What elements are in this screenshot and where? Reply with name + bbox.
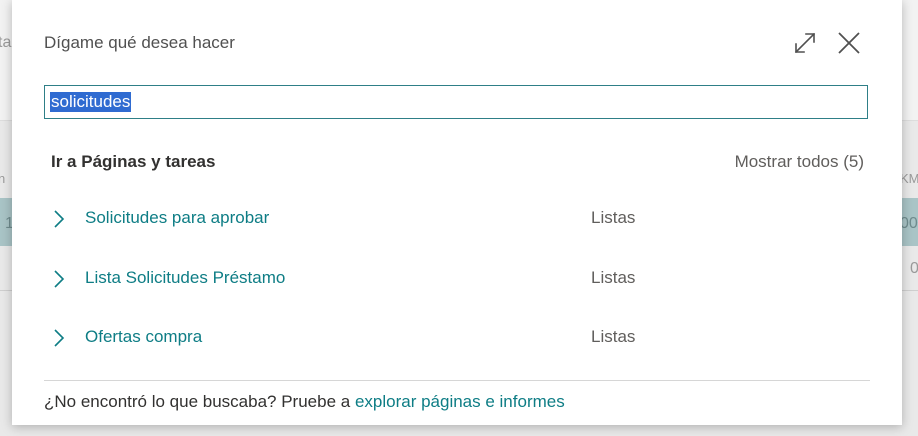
result-category: Listas: [591, 208, 636, 227]
result-name: Lista Solicitudes Préstamo: [85, 268, 286, 287]
background-text: KM: [900, 171, 918, 186]
chevron-right-icon: [54, 210, 65, 228]
expand-icon: [794, 32, 816, 54]
tell-me-dialog: Dígame qué desea hacer solicitudes Ir a …: [12, 0, 902, 425]
result-item[interactable]: Ofertas compra Listas: [44, 318, 870, 358]
explore-pages-link[interactable]: explorar páginas e informes: [355, 392, 565, 411]
background-text: n: [0, 171, 6, 186]
result-name: Solicitudes para aprobar: [85, 208, 270, 227]
search-input[interactable]: solicitudes: [44, 85, 868, 119]
background-text: 0: [910, 260, 918, 277]
dialog-title: Dígame qué desea hacer: [44, 33, 235, 52]
result-name: Ofertas compra: [85, 327, 203, 346]
background-text: 00: [900, 215, 918, 232]
footer-text: ¿No encontró lo que buscaba? Pruebe a ex…: [44, 392, 565, 412]
result-item[interactable]: Lista Solicitudes Préstamo Listas: [44, 259, 870, 299]
chevron-right-icon: [54, 270, 65, 288]
footer-prefix: ¿No encontró lo que buscaba? Pruebe a: [44, 392, 355, 411]
chevron-right-icon: [54, 329, 65, 347]
result-category: Listas: [591, 268, 636, 287]
close-button[interactable]: [834, 28, 864, 58]
result-item[interactable]: Solicitudes para aprobar Listas: [44, 199, 870, 239]
search-value: solicitudes: [50, 92, 132, 112]
footer-divider: [44, 380, 870, 381]
section-title: Ir a Páginas y tareas: [51, 152, 216, 171]
close-icon: [838, 32, 860, 54]
expand-button[interactable]: [790, 28, 820, 58]
background-text: ta: [0, 34, 12, 51]
result-category: Listas: [591, 327, 636, 346]
show-all-link[interactable]: Mostrar todos (5): [735, 152, 864, 172]
